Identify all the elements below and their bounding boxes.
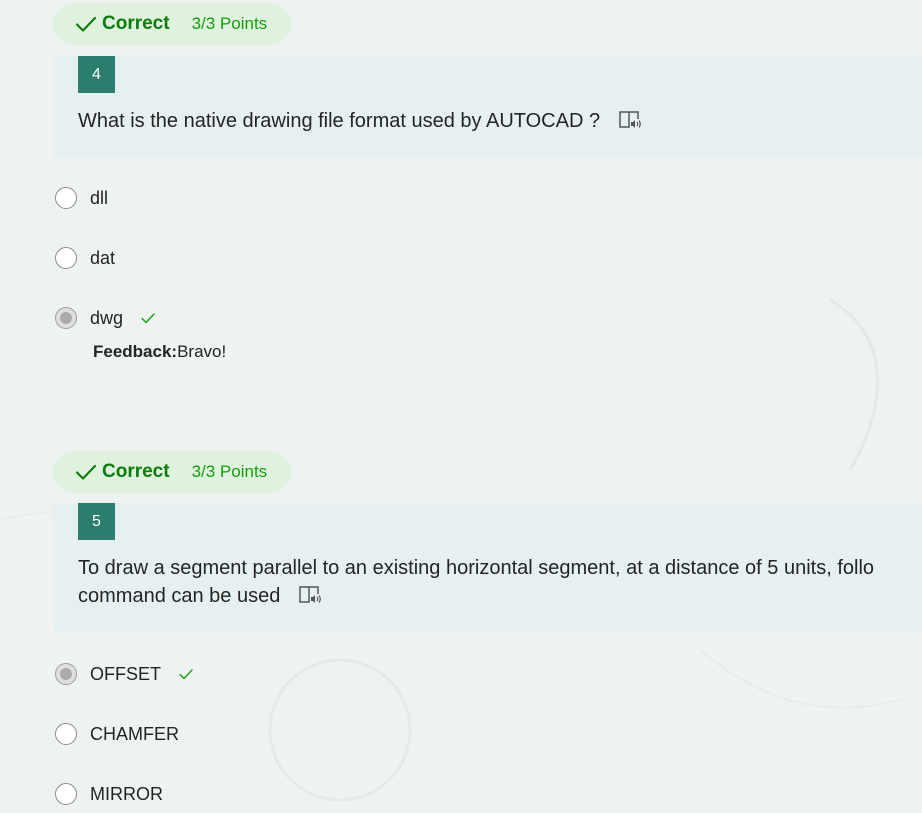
option-label: dwg [90,307,124,328]
radio-button-selected[interactable] [55,663,77,685]
question-number: 4 [78,56,115,93]
answer-option-selected[interactable]: OFFSET [55,661,195,687]
correct-answer-check-icon [179,669,193,680]
question-text-line-1: To draw a segment parallel to an existin… [78,557,875,579]
feedback-label: Feedback: [93,342,178,361]
feedback: Feedback:Bravo! [93,342,226,362]
checkmark-icon [75,464,97,480]
answer-option[interactable]: dat [55,245,115,271]
status-text: Correct [102,13,170,34]
question-card: 5 To draw a segment parallel to an exist… [53,503,922,633]
points-text: 3/3 Points [191,462,268,481]
question-text-content: What is the native drawing file format u… [78,110,601,132]
answer-option[interactable]: MIRROR [55,781,163,807]
question-text-content: command can be used [78,585,281,607]
radio-button[interactable] [55,783,77,805]
option-label: dat [90,247,116,268]
radio-button[interactable] [55,723,77,745]
radio-button[interactable] [55,187,77,209]
radio-button-selected[interactable] [55,307,77,329]
feedback-text: Bravo! [177,342,227,361]
status-text: Correct [102,461,170,482]
option-label: CHAMFER [90,723,179,744]
answer-option[interactable]: dll [55,185,108,211]
status-badge: Correct 3/3 Points [53,3,291,45]
option-label: dll [90,187,109,208]
points-text: 3/3 Points [191,14,268,33]
question-text-line-2: command can be used [78,582,322,610]
option-label: OFFSET [90,663,161,684]
correct-answer-check-icon [141,313,155,324]
immersive-reader-icon[interactable] [618,109,642,131]
question-card: 4 What is the native drawing file format… [53,56,922,157]
status-badge: Correct 3/3 Points [53,451,291,493]
answer-option-selected[interactable]: dwg [55,305,157,331]
checkmark-icon [75,16,97,32]
immersive-reader-icon[interactable] [298,584,322,606]
answer-option[interactable]: CHAMFER [55,721,179,747]
question-number: 5 [78,503,115,540]
option-label: MIRROR [90,783,163,804]
radio-button[interactable] [55,247,77,269]
question-text: What is the native drawing file format u… [78,107,642,135]
